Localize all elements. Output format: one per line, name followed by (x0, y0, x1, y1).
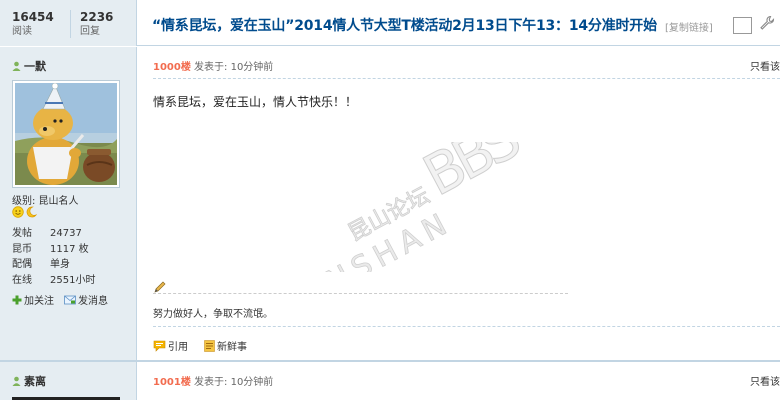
post-meta: 1001楼 发表于: 10分钟前 (153, 373, 273, 388)
smiley-medal-icon (12, 206, 24, 218)
info-label: 在线 (12, 274, 32, 286)
view-only-author-link[interactable]: 只看该 (750, 58, 780, 73)
author-actions: 加关注 发消息 (12, 292, 108, 307)
avatar-image (15, 83, 117, 185)
avatar[interactable] (12, 80, 120, 188)
watermark-cn: 昆山论坛 (344, 183, 433, 246)
info-row-coins: 昆币 1117 枚 (12, 242, 132, 258)
wrench-icon[interactable] (759, 15, 775, 31)
author-sidebar: 一默 级别: 昆山名人 发帖 24737 昆币 1117 枚 配偶 单身 在线 … (0, 47, 137, 360)
post-body: 1001楼 发表于: 10分钟前 只看该 (138, 362, 780, 400)
info-label: 发帖 (12, 228, 32, 239)
posted-time: 发表于: 10分钟前 (194, 377, 274, 388)
send-message-button[interactable]: 发消息 (64, 292, 108, 307)
info-value: 1117 枚 (50, 243, 89, 255)
actions-divider (153, 326, 780, 327)
user-icon (12, 376, 21, 386)
views-count: 16454 (12, 10, 54, 24)
user-info: 发帖 24737 昆币 1117 枚 配偶 单身 在线 2551小时 (12, 226, 132, 288)
message-icon (64, 295, 76, 304)
stats-divider (70, 10, 71, 38)
floor-number[interactable]: 1000楼 (153, 62, 191, 73)
pencil-icon (154, 281, 166, 293)
views-label: 阅读 (12, 26, 32, 37)
info-value: 单身 (50, 259, 70, 270)
user-level: 级别: 昆山名人 (12, 196, 79, 207)
info-label: 配偶 (12, 259, 32, 270)
add-follow-label: 加关注 (24, 296, 54, 307)
news-icon (204, 339, 215, 352)
replies-stat: 2236 回复 (80, 10, 144, 40)
post-1000: 一默 级别: 昆山名人 发帖 24737 昆币 1117 枚 配偶 单身 在线 … (0, 47, 780, 360)
site-watermark: KUNSHAN 昆山论坛 BBS (273, 142, 530, 272)
replies-label: 回复 (80, 26, 100, 37)
author-name: 素离 (24, 375, 46, 388)
post-body: 1000楼 发表于: 10分钟前 只看该 情系昆坛，爱在玉山，情人节快乐！！ K… (138, 47, 780, 360)
posted-time: 发表于: 10分钟前 (194, 62, 274, 73)
views-stat: 16454 阅读 (12, 10, 76, 40)
replies-count: 2236 (80, 10, 114, 24)
plus-icon (12, 295, 22, 304)
signature: 努力做好人，争取不流氓。 (153, 309, 273, 320)
signature-divider (153, 293, 568, 294)
info-row-posts: 发帖 24737 (12, 226, 132, 242)
view-only-author-link[interactable]: 只看该 (750, 373, 780, 388)
info-row-spouse: 配偶 单身 (12, 257, 132, 273)
quote-label: 引用 (168, 342, 188, 353)
add-follow-button[interactable]: 加关注 (12, 292, 54, 307)
watermark-en: KUNSHAN (274, 205, 458, 272)
floor-number[interactable]: 1001楼 (153, 377, 191, 388)
copy-link-button[interactable]: [复制链接] (665, 19, 713, 34)
watermark-bbs: BBS (413, 142, 529, 209)
quote-button[interactable]: 引用 (153, 338, 188, 353)
author-sidebar: 素离 (0, 362, 137, 400)
title-row: “情系昆坛，爱在玉山”2014情人节大型T楼活动2月13日下午13：14分准时开… (137, 0, 780, 46)
thread-title[interactable]: “情系昆坛，爱在玉山”2014情人节大型T楼活动2月13日下午13：14分准时开… (152, 15, 657, 35)
info-row-online: 在线 2551小时 (12, 273, 132, 289)
info-label: 昆币 (12, 243, 32, 255)
author-name-link[interactable]: 素离 (12, 373, 46, 389)
post-1001: 素离 1001楼 发表于: 10分钟前 只看该 (0, 362, 780, 400)
news-button[interactable]: 新鲜事 (204, 338, 247, 353)
post-actions: 引用 新鲜事 (153, 338, 247, 353)
post-meta: 1000楼 发表于: 10分钟前 (153, 58, 273, 73)
medals (12, 206, 37, 218)
meta-divider (153, 78, 780, 79)
quote-icon (153, 340, 166, 352)
thread-header: 16454 阅读 2236 回复 “情系昆坛，爱在玉山”2014情人节大型T楼活… (0, 0, 780, 46)
info-value: 24737 (50, 228, 82, 239)
page-jump-box[interactable] (733, 17, 752, 34)
info-value: 2551小时 (50, 274, 96, 286)
thread-stats: 16454 阅读 2236 回复 (0, 0, 137, 46)
user-icon (12, 61, 21, 71)
send-message-label: 发消息 (78, 296, 108, 307)
author-name-link[interactable]: 一默 (12, 58, 46, 74)
moon-medal-icon (26, 206, 37, 218)
news-label: 新鲜事 (217, 342, 247, 353)
author-name: 一默 (24, 60, 46, 73)
post-content: 情系昆坛，爱在玉山，情人节快乐！！ (153, 95, 358, 109)
